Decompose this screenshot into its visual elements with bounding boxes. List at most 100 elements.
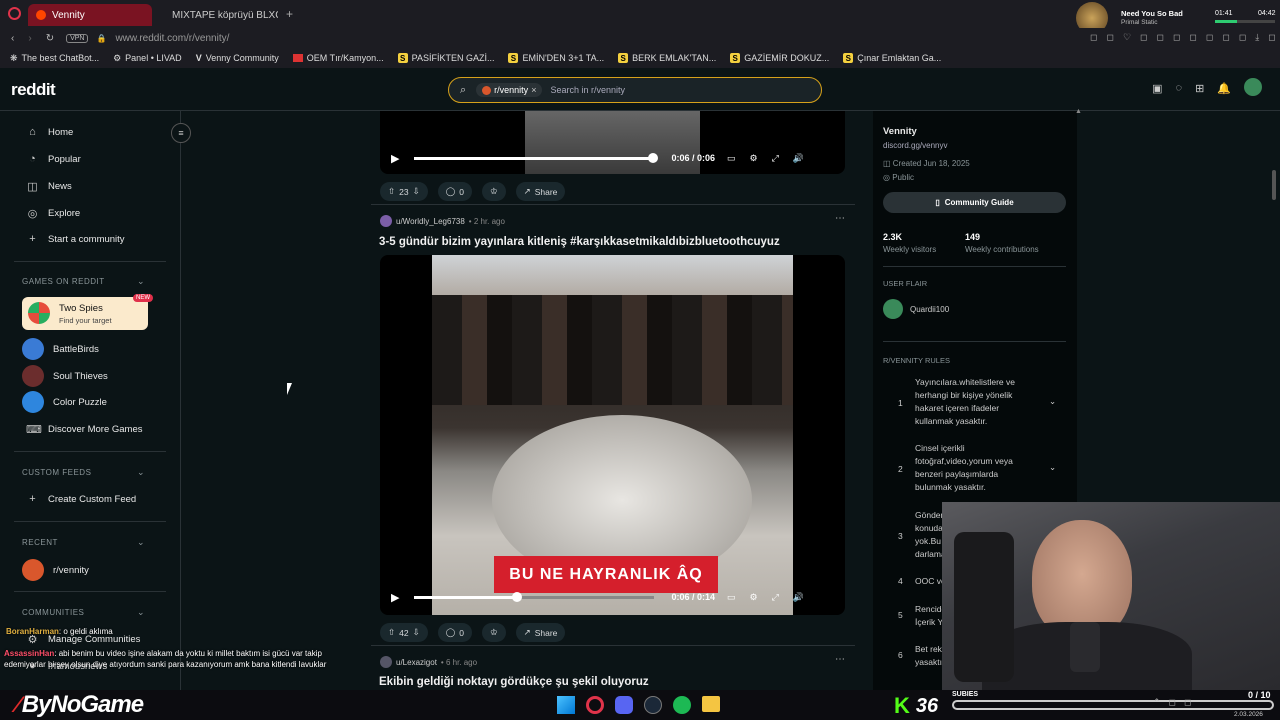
game-soul-thieves[interactable]: Soul Thieves [22,365,108,387]
post-title[interactable]: 3-5 gündür bizim yayınlara kitleniş #kar… [379,236,780,248]
bookmark-item[interactable]: S BERK EMLAK'TAN... [618,53,716,63]
post-author[interactable]: u/Lexazigot [396,658,437,667]
opera-gx-icon[interactable] [586,696,604,714]
downvote-icon[interactable]: ⇩ [413,627,420,638]
post-video[interactable]: BU NE HAYRANLIK ÂQ ▶ 0:06 / 0:14 ▭ ⚙ ⤢ 🔊 [380,255,845,615]
video-progress-bar[interactable] [414,591,655,602]
tab-mixtape[interactable]: MIXTAPE köprüyü BLXCKC [158,4,278,26]
captions-icon[interactable]: ▭ [727,153,736,164]
steam-icon[interactable] [644,696,662,714]
tray-icons[interactable]: ⌃◻◻ [1153,697,1199,708]
post-overflow-icon[interactable]: ⋯ [835,654,845,665]
discord-icon[interactable] [615,696,633,714]
video-scrubber[interactable] [648,152,659,163]
community-guide-button[interactable]: ▯ Community Guide [883,192,1066,213]
chevron-down-icon[interactable]: ⌄ [1049,396,1056,407]
create-custom-feed[interactable]: + Create Custom Feed [26,493,136,505]
reddit-logo[interactable]: reddit [11,80,56,100]
flair-username[interactable]: Quardii100 [910,305,949,314]
nav-popular[interactable]: ◔ Popular [26,153,81,165]
collapse-sidebar-icon[interactable]: ≡ [171,123,191,143]
nav-explore[interactable]: ◎ Explore [26,207,81,220]
post-overflow-icon[interactable]: ⋯ [835,213,845,224]
game-battlebirds[interactable]: BattleBirds [22,338,99,360]
volume-icon[interactable]: 🔊 [793,592,804,603]
bookmark-item[interactable]: S Çınar Emlaktan Ga... [843,53,941,63]
award-button[interactable]: ♔ [481,182,506,201]
captions-icon[interactable]: ▭ [727,592,736,603]
bookmark-item[interactable]: V Venny Community [196,53,279,63]
chevron-down-icon[interactable]: ⌄ [137,537,145,548]
share-button[interactable]: ↗ Share [515,623,566,642]
create-post-icon[interactable]: ⊞ [1195,82,1204,96]
forward-icon[interactable]: › [28,33,31,44]
play-icon[interactable]: ▶ [391,591,399,604]
downvote-icon[interactable]: ⇩ [413,186,420,197]
nav-news[interactable]: ◫ News [26,180,71,193]
tab-vennity[interactable]: Vennity [28,4,152,26]
notification-bell-icon[interactable]: 🔔 [1217,82,1231,96]
share-button[interactable]: ↗ Share [515,182,566,201]
back-icon[interactable]: ‹ [11,33,14,44]
video-scrubber[interactable] [512,591,523,602]
bookmark-item[interactable]: S EMİN'DEN 3+1 TA... [508,53,604,63]
author-avatar[interactable] [380,656,392,668]
community-link[interactable]: discord.gg/vennyv [883,141,947,150]
bookmark-item[interactable]: ⚙ Panel • LIVAD [113,53,182,64]
chat-icon[interactable]: ◌ [1176,82,1183,96]
chevron-down-icon[interactable]: ⌄ [137,467,145,478]
search-input[interactable]: Search in r/vennity [550,85,625,95]
post-video[interactable]: ▶ 0:06 / 0:06 ▭ ⚙ ⤢ 🔊 [380,111,845,174]
upvote-icon[interactable]: ⇧ [388,186,395,197]
music-progress-bar[interactable] [1215,20,1275,23]
search-community-chip[interactable]: r/vennity × [476,83,543,97]
file-explorer-icon[interactable] [702,696,720,712]
page-scrollbar[interactable] [1272,170,1276,200]
close-icon[interactable]: × [531,85,536,95]
chevron-down-icon[interactable]: ⌄ [1049,462,1056,473]
url-field[interactable]: www.reddit.com/r/vennity/ [115,33,229,44]
bookmark-item[interactable]: OEM Tır/Kamyon... [292,53,384,63]
author-avatar[interactable] [380,215,392,227]
play-icon[interactable]: ▶ [391,152,399,165]
opera-logo-icon[interactable] [8,7,21,20]
search-bar[interactable]: ⌕ r/vennity × Search in r/vennity [448,77,822,103]
communities-header[interactable]: COMMUNITIES [22,608,84,617]
volume-icon[interactable]: 🔊 [793,153,804,164]
custom-feeds-header[interactable]: CUSTOM FEEDS [22,468,91,477]
fullscreen-icon[interactable]: ⤢ [772,153,779,164]
nav-start-community[interactable]: + Start a community [26,233,124,245]
post-title[interactable]: Ekibin geldiği noktayı gördükçe şu şekil… [379,676,649,688]
post-author[interactable]: u/Worldly_Leg6738 [396,217,465,226]
spotify-icon[interactable] [673,696,691,714]
comments-button[interactable]: ◯ 0 [437,182,472,201]
fullscreen-icon[interactable]: ⤢ [772,592,779,603]
upvote-icon[interactable]: ⇧ [388,627,395,638]
comments-button[interactable]: ◯ 0 [437,623,472,642]
settings-icon[interactable]: ⚙ [750,592,758,603]
bookmark-item[interactable]: S PASİFİKTEN GAZİ... [397,53,494,63]
award-button[interactable]: ♔ [481,623,506,642]
chevron-down-icon[interactable]: ⌄ [137,276,145,287]
reload-icon[interactable]: ↻ [46,33,54,44]
video-progress-bar[interactable] [414,152,659,163]
games-section-header[interactable]: GAMES ON REDDIT [22,277,105,286]
new-tab-icon[interactable]: + [286,7,293,21]
recent-header[interactable]: RECENT [22,538,58,547]
vpn-badge[interactable]: VPN [66,33,89,43]
scroll-up-icon[interactable]: ▲ [1075,108,1082,115]
discover-more-games[interactable]: ⌨ Discover More Games [26,423,143,436]
bookmark-item[interactable]: S GAZİEMİR DOKUZ... [730,53,829,63]
windows-start-icon[interactable] [557,696,575,714]
recent-vennity[interactable]: r/vennity [22,559,89,581]
user-avatar[interactable] [1244,78,1262,96]
game-color-puzzle[interactable]: Color Puzzle [22,391,107,413]
settings-icon[interactable]: ⚙ [750,153,758,164]
rule-item[interactable]: 2 Cinsel içerikli fotoğraf,video,yorum ve… [873,442,1077,498]
nav-home[interactable]: ⌂ Home [26,126,73,138]
rule-item[interactable]: 1 Yayıncılara.whitelistlere ve herhangi b… [873,376,1077,432]
ads-icon[interactable]: ▣ [1152,82,1162,96]
chevron-down-icon[interactable]: ⌄ [137,607,145,618]
featured-game-card[interactable]: Two Spies Find your target NEW [22,294,153,330]
bookmark-item[interactable]: ❋ The best ChatBot... [10,53,99,64]
